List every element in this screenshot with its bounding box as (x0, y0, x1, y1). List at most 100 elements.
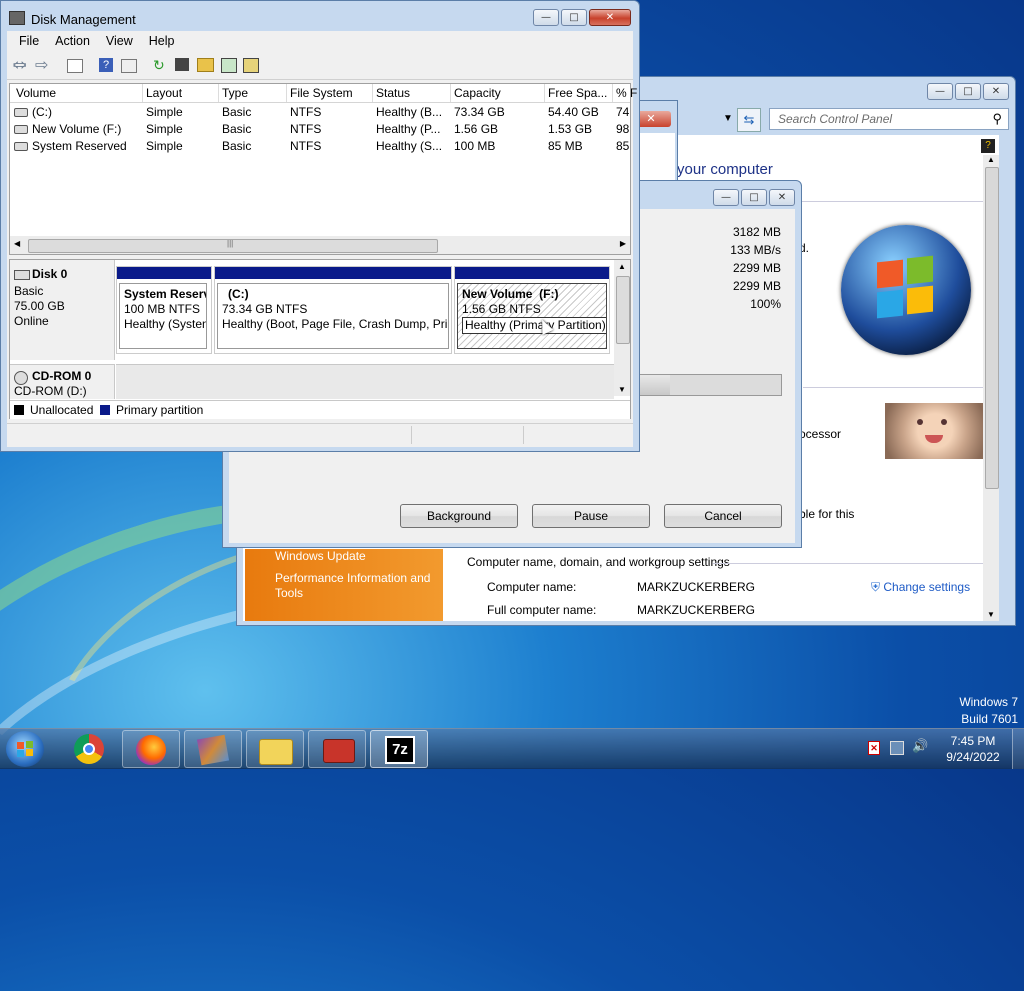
user-avatar (885, 403, 985, 459)
table-cell: 74 (616, 105, 630, 119)
close-button[interactable]: ✕ (983, 83, 1009, 100)
scroll-thumb[interactable]: ||| (28, 239, 438, 253)
search-box[interactable]: Search Control Panel ⚲ (769, 108, 1009, 130)
help-icon[interactable]: ? (99, 58, 113, 72)
refresh-icon[interactable]: ↻ (153, 57, 165, 74)
taskbar-app-folder-users[interactable] (246, 730, 304, 768)
background-button[interactable]: Background (400, 504, 518, 528)
column-header[interactable]: Free Spa... (548, 86, 607, 100)
settings-icon[interactable] (243, 58, 259, 73)
open-folder-icon[interactable] (197, 58, 214, 72)
partition-status: Healthy (Systen (124, 317, 207, 331)
search-input[interactable]: Search Control Panel (778, 112, 892, 126)
close-button[interactable]: ✕ (589, 9, 631, 26)
close-button[interactable]: ✕ (769, 189, 795, 206)
back-icon[interactable]: ⇨ (13, 55, 26, 74)
address-dropdown-icon[interactable]: ▼ (723, 113, 733, 124)
vertical-scrollbar[interactable]: ▲ ▼ (983, 155, 999, 621)
cdrom-name: CD-ROM 0 (32, 369, 92, 383)
rescan-icon[interactable] (175, 58, 189, 71)
table-cell: Healthy (B... (376, 105, 443, 119)
column-header[interactable]: Type (222, 86, 248, 100)
column-header[interactable]: % F (616, 86, 637, 100)
pause-button[interactable]: Pause (532, 504, 650, 528)
firefox-icon (136, 735, 166, 765)
help-icon[interactable]: ? (981, 139, 995, 153)
table-row[interactable]: (C:) Simple Basic NTFS Healthy (B... 73.34 GB… (10, 104, 630, 121)
computer-name-label: Computer name: (487, 580, 577, 594)
app-icon (9, 11, 25, 25)
scroll-left-icon[interactable]: ◀ (14, 239, 20, 248)
legend-primary: Primary partition (116, 403, 204, 417)
menu-help[interactable]: Help (133, 31, 175, 51)
watermark-line-1: Windows 7 (959, 695, 1018, 709)
menu-file[interactable]: File (7, 31, 39, 51)
computer-name-value: MARKZUCKERBERG (637, 580, 756, 594)
cdrom-label-panel[interactable]: CD-ROM 0 CD-ROM (D:) (10, 364, 115, 399)
column-header[interactable]: Volume (16, 86, 56, 100)
partition-name: System Reserv (124, 287, 207, 301)
disk-graphical-view: Disk 0 Basic 75.00 GB Online System Rese… (9, 259, 631, 419)
start-button[interactable] (6, 731, 44, 767)
search-disk-icon[interactable] (221, 58, 237, 73)
cdrom-area (116, 364, 614, 399)
maximize-button[interactable]: □ (561, 9, 587, 26)
minimize-button[interactable]: — (533, 9, 559, 26)
table-cell: Healthy (P... (376, 122, 441, 136)
tray-clock[interactable]: 7:45 PM 9/24/2022 (938, 733, 1008, 765)
console-tree-icon[interactable] (67, 59, 83, 73)
table-row[interactable]: New Volume (F:) Simple Basic NTFS Healthy (P… (10, 121, 630, 138)
scroll-up-icon[interactable]: ▲ (618, 262, 626, 271)
scroll-thumb[interactable] (616, 276, 630, 344)
horizontal-scrollbar[interactable]: ◀ ||| ▶ (10, 236, 630, 254)
taskbar-app-toolbox[interactable] (308, 730, 366, 768)
disk0-status: Online (14, 314, 49, 328)
sidebar-link-windows-update[interactable]: Windows Update (275, 549, 366, 563)
column-header[interactable]: Capacity (454, 86, 501, 100)
window-title: Disk Management (31, 12, 136, 27)
properties-icon[interactable] (121, 59, 137, 73)
taskbar-app-firefox[interactable] (122, 730, 180, 768)
partition-system-reserved[interactable]: System Reserv 100 MB NTFS Healthy (Syste… (116, 266, 212, 354)
column-header[interactable]: File System (290, 86, 353, 100)
menu-action[interactable]: Action (39, 31, 90, 51)
minimize-button[interactable]: — (713, 189, 739, 206)
refresh-icon[interactable]: ⇆ (737, 108, 761, 132)
minimize-button[interactable]: — (927, 83, 953, 100)
tray-volume-icon[interactable]: 🔊 (912, 739, 928, 754)
disk-management-window: Disk Management — □ ✕ File Action View H… (0, 0, 640, 452)
scroll-down-icon[interactable]: ▼ (987, 610, 995, 619)
table-cell: 100 MB (454, 139, 496, 153)
scroll-down-icon[interactable]: ▼ (618, 385, 626, 394)
maximize-button[interactable]: □ (955, 83, 981, 100)
menu-view[interactable]: View (90, 31, 133, 51)
maximize-button[interactable]: □ (741, 189, 767, 206)
scroll-right-icon[interactable]: ▶ (620, 239, 626, 248)
table-row[interactable]: System Reserved Simple Basic NTFS Healthy (S… (10, 138, 630, 155)
volume-drive-icon (14, 108, 28, 117)
partition-c[interactable]: (C:) 73.34 GB NTFS Healthy (Boot, Page F… (214, 266, 452, 354)
scroll-thumb[interactable] (985, 167, 999, 489)
column-header[interactable]: Status (376, 86, 410, 100)
column-header[interactable]: Layout (146, 86, 182, 100)
watermark-line-2: Build 7601 (961, 712, 1018, 726)
windows-logo (841, 225, 971, 355)
show-desktop-button[interactable] (1012, 729, 1024, 769)
disk0-label-panel[interactable]: Disk 0 Basic 75.00 GB Online (10, 260, 115, 360)
taskbar-app-winrar[interactable] (184, 730, 242, 768)
cdrom-drive: CD-ROM (D:) (14, 384, 87, 398)
forward-icon[interactable]: ⇨ (35, 55, 48, 74)
sidebar-link-performance[interactable]: Performance Information and Tools (275, 571, 445, 601)
table-cell: 1.56 GB (454, 122, 499, 136)
partition-new-volume-f[interactable]: New Volume (F:) 1.56 GB NTFS Healthy (Pr… (454, 266, 610, 354)
graphical-vscroll[interactable]: ▲ ▼ (614, 260, 630, 396)
taskbar-app-7zip[interactable]: 7z (370, 730, 428, 768)
change-settings-link[interactable]: ⛨ Change settings (871, 580, 970, 595)
taskbar-app-chrome[interactable] (60, 730, 118, 768)
control-panel-caption-buttons: — □ ✕ (927, 83, 1009, 100)
winrar-icon (196, 734, 230, 766)
tray-network-icon[interactable] (890, 741, 904, 755)
cancel-button[interactable]: Cancel (664, 504, 782, 528)
tray-flag-icon[interactable]: ✕ (868, 741, 880, 755)
scroll-up-icon[interactable]: ▲ (987, 155, 995, 164)
